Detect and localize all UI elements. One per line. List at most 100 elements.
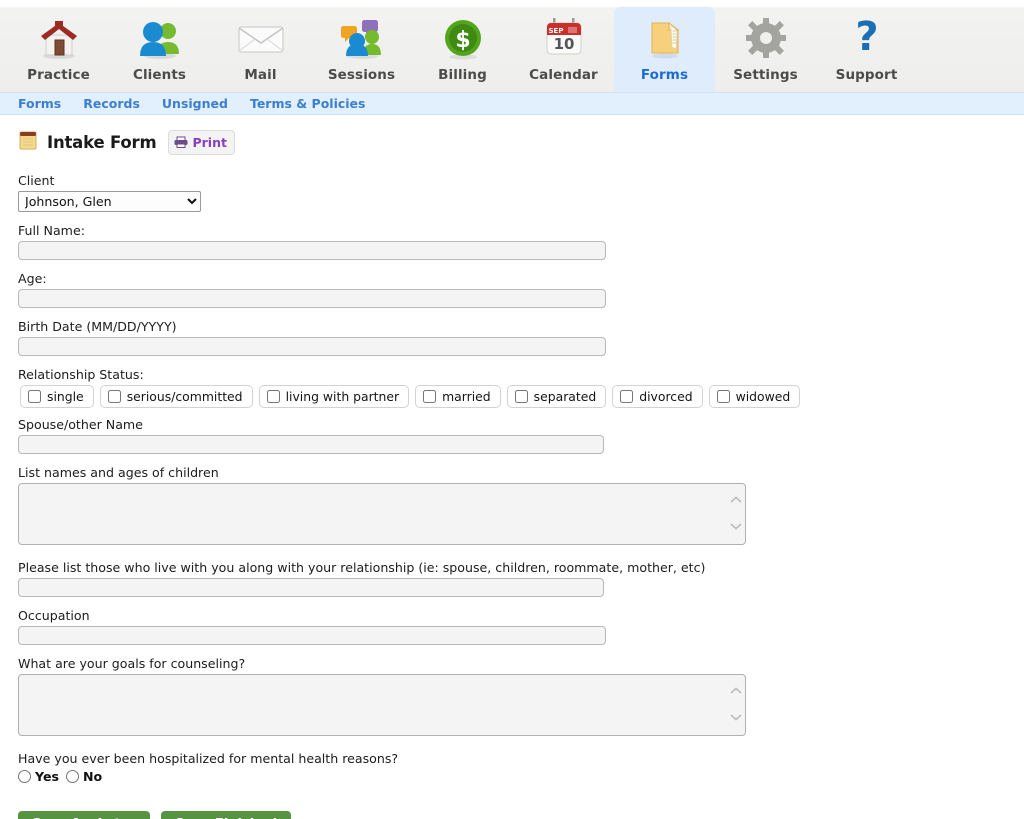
tab-clients[interactable]: Clients [109, 7, 210, 92]
checkbox-input[interactable] [716, 390, 730, 403]
household-input[interactable] [18, 578, 604, 597]
field-age: Age: [18, 271, 1024, 308]
checkbox-widowed[interactable]: widowed [708, 385, 801, 408]
subnav-item-records[interactable]: Records [83, 96, 140, 111]
checkbox-label: separated [533, 389, 597, 404]
tab-label: Calendar [529, 67, 598, 83]
field-birth-date: Birth Date (MM/DD/YYYY) [18, 319, 1024, 356]
hospitalized-options: Yes No [18, 769, 1024, 784]
relationship-status-options: single serious/committed living with par… [20, 385, 1024, 408]
checkbox-serious-committed[interactable]: serious/committed [99, 385, 253, 408]
relationship-status-label: Relationship Status: [18, 367, 144, 382]
checkbox-single[interactable]: single [20, 385, 94, 408]
page-title: Intake Form [47, 132, 157, 152]
radio-input[interactable] [18, 770, 31, 783]
birth-date-label: Birth Date (MM/DD/YYYY) [18, 319, 177, 334]
field-household: Please list those who live with you alon… [18, 560, 1024, 597]
radio-input[interactable] [66, 770, 80, 783]
field-full-name: Full Name: [18, 223, 1024, 260]
checkbox-input[interactable] [266, 390, 280, 403]
calendar-month-text: SEP [548, 27, 563, 35]
tab-label: Billing [438, 67, 487, 83]
tab-billing[interactable]: $ Billing [412, 7, 513, 92]
checkbox-divorced[interactable]: divorced [612, 385, 703, 408]
sub-navigation: Forms Records Unsigned Terms & Policies [0, 93, 1024, 115]
checkbox-label: serious/committed [126, 389, 243, 404]
checkbox-married[interactable]: married [415, 385, 501, 408]
envelope-icon [235, 16, 287, 62]
calendar-day-text: 10 [553, 35, 574, 53]
tab-calendar[interactable]: SEP 10 Calendar [513, 7, 614, 92]
age-label: Age: [18, 271, 47, 286]
field-children: List names and ages of children [18, 465, 1024, 549]
page-content: Intake Form Print Client Johnson, Glen F… [0, 115, 1024, 819]
svg-text:?: ? [855, 17, 878, 60]
children-label: List names and ages of children [18, 465, 219, 480]
tab-label: Settings [733, 67, 798, 83]
dollar-coin-icon: $ [437, 16, 489, 62]
subnav-item-unsigned[interactable]: Unsigned [162, 96, 228, 111]
tab-label: Mail [244, 67, 277, 83]
radio-label: No [83, 769, 103, 784]
age-input[interactable] [18, 289, 606, 308]
client-select[interactable]: Johnson, Glen [18, 191, 201, 212]
children-textarea[interactable] [18, 483, 746, 545]
checkbox-input[interactable] [107, 390, 121, 403]
spouse-name-input[interactable] [18, 435, 604, 454]
full-name-input[interactable] [18, 241, 606, 260]
tab-practice[interactable]: Practice [8, 7, 109, 92]
radio-yes[interactable]: Yes [18, 769, 59, 784]
children-textarea-wrap [18, 483, 746, 545]
client-label: Client [18, 173, 55, 188]
form-actions: Save for Later Save Finished [18, 811, 1024, 819]
checkbox-input[interactable] [514, 390, 528, 403]
field-occupation: Occupation [18, 608, 1024, 645]
goals-textarea[interactable] [18, 674, 746, 736]
birth-date-input[interactable] [18, 337, 606, 356]
household-label: Please list those who live with you alon… [18, 560, 706, 575]
save-finished-button[interactable]: Save Finished [160, 811, 292, 819]
checkbox-label: living with partner [285, 389, 400, 404]
checkbox-separated[interactable]: separated [506, 385, 607, 408]
field-relationship-status: Relationship Status: single serious/comm… [18, 367, 1024, 408]
print-button[interactable]: Print [168, 129, 235, 155]
radio-no[interactable]: No [66, 769, 102, 784]
gear-icon [740, 16, 792, 62]
form-document-icon [18, 129, 38, 155]
tab-label: Support [835, 67, 898, 83]
question-mark-icon: ? [841, 16, 893, 62]
checkbox-label: divorced [639, 389, 693, 404]
occupation-label: Occupation [18, 608, 90, 623]
checkbox-label: widowed [735, 389, 791, 404]
field-hospitalized: Have you ever been hospitalized for ment… [18, 751, 1024, 784]
checkbox-living-with-partner[interactable]: living with partner [258, 385, 410, 408]
save-for-later-button[interactable]: Save for Later [18, 811, 150, 819]
checkbox-input[interactable] [620, 390, 634, 403]
folder-icon [639, 16, 691, 62]
checkbox-input[interactable] [423, 390, 437, 403]
occupation-input[interactable] [18, 626, 606, 645]
tab-forms[interactable]: Forms [614, 7, 715, 92]
tab-label: Sessions [327, 67, 396, 83]
hospitalized-label: Have you ever been hospitalized for ment… [18, 751, 399, 766]
page-title-row: Intake Form Print [18, 129, 1024, 155]
calendar-icon: SEP 10 [538, 16, 590, 62]
chat-people-icon [336, 16, 388, 62]
checkbox-label: single [47, 389, 84, 404]
checkbox-label: married [442, 389, 491, 404]
main-toolbar: Practice Clients Mail Sessions $ Billing… [0, 0, 1024, 93]
spouse-name-label: Spouse/other Name [18, 417, 143, 432]
tab-settings[interactable]: Settings [715, 7, 816, 92]
tab-support[interactable]: ? Support [816, 7, 917, 92]
checkbox-input[interactable] [28, 390, 41, 403]
printer-icon [174, 133, 188, 152]
people-icon [134, 16, 186, 62]
tab-label: Clients [132, 67, 187, 83]
house-icon [33, 16, 85, 62]
goals-label: What are your goals for counseling? [18, 656, 246, 671]
subnav-item-terms[interactable]: Terms & Policies [250, 96, 366, 111]
tab-sessions[interactable]: Sessions [311, 7, 412, 92]
tab-mail[interactable]: Mail [210, 7, 311, 92]
subnav-item-forms[interactable]: Forms [18, 96, 61, 111]
field-spouse-name: Spouse/other Name [18, 417, 1024, 454]
